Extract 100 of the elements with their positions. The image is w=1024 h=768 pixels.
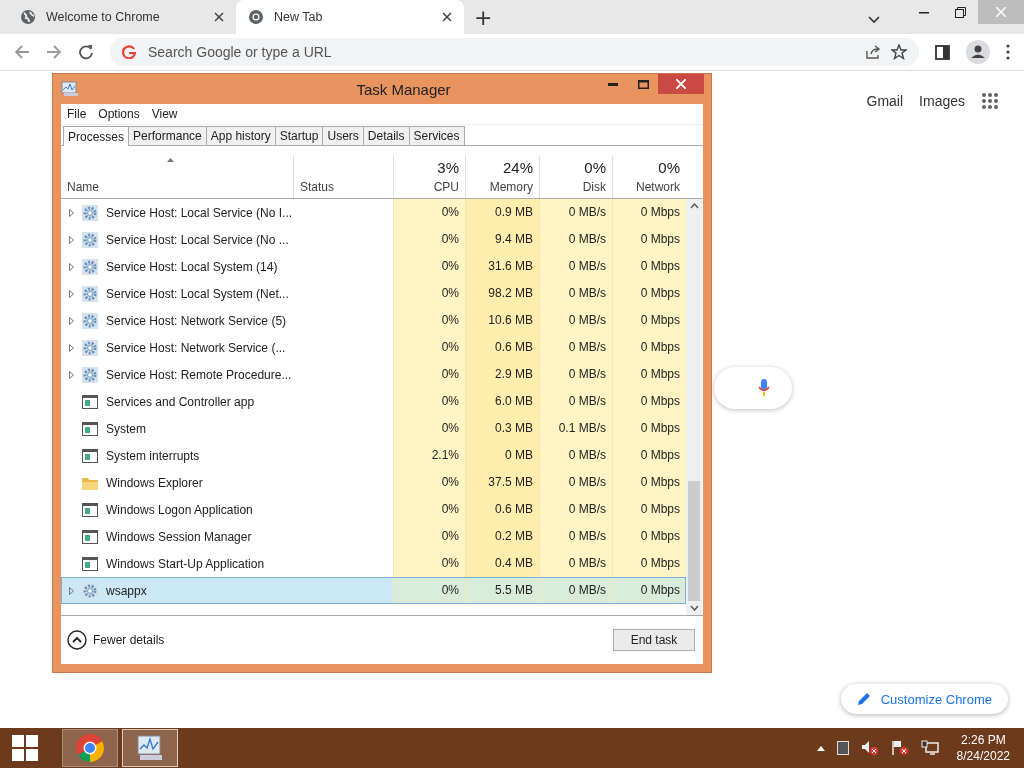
fewer-details-button[interactable]: Fewer details [67, 630, 165, 650]
customize-chrome-button[interactable]: Customize Chrome [840, 684, 1008, 714]
table-cell: 6.0 MB [465, 388, 539, 415]
table-cell: 0 Mbps [612, 307, 686, 334]
column-header[interactable]: Status [300, 180, 335, 194]
table-cell: 0 Mbps [612, 361, 686, 388]
table-cell: 0.6 MB [465, 334, 539, 361]
process-row[interactable]: Windows Session Manager 0% 0.2 MB 0 MB/s 0 Mbps [61, 523, 686, 550]
table-cell: 0 MB/s [539, 523, 612, 550]
expand-arrow-icon[interactable] [69, 289, 74, 298]
process-row[interactable]: wsappx 0% 5.5 MB 0 MB/s 0 Mbps [61, 577, 686, 604]
profile-avatar-icon[interactable] [966, 40, 990, 64]
date-text: 8/24/2022 [956, 748, 1010, 764]
muted-speaker-icon[interactable] [860, 740, 879, 756]
process-row[interactable]: Service Host: Network Service (... 0% 0.6 MB 0 MB/s 0 Mbps [61, 334, 686, 361]
close-button[interactable] [658, 74, 704, 94]
tab[interactable]: Details [362, 126, 410, 145]
network-icon[interactable] [920, 740, 939, 756]
process-row[interactable]: Service Host: Remote Procedure... 0% 2.9 MB 0 MB/s 0 Mbps [61, 361, 686, 388]
close-icon[interactable] [442, 12, 452, 22]
process-row[interactable]: System interrupts 2.1% 0 MB 0 MB/s 0 Mbps [61, 442, 686, 469]
column-header[interactable]: Memory [489, 180, 533, 194]
process-row[interactable]: Windows Explorer 0% 37.5 MB 0 MB/s 0 Mbps [61, 469, 686, 496]
process-row[interactable]: Service Host: Local Service (No ... 0% 9.4 MB 0 MB/s 0 Mbps [61, 226, 686, 253]
table-cell: 0% [393, 415, 465, 442]
close-icon[interactable] [214, 12, 224, 22]
scrollbar[interactable] [686, 199, 702, 615]
expand-arrow-icon[interactable] [69, 343, 74, 352]
table-cell: 0% [393, 334, 465, 361]
table-cell: 0 MB/s [539, 226, 612, 253]
taskbar-app-button[interactable] [122, 729, 178, 767]
expand-arrow-icon[interactable] [69, 586, 74, 595]
table-cell: 0.1 MB/s [539, 415, 612, 442]
table-cell: 0.9 MB [465, 199, 539, 226]
process-row[interactable]: Windows Logon Application 0% 0.6 MB 0 MB/s 0 Mbps [61, 496, 686, 523]
process-row[interactable]: Service Host: Network Service (5) 0% 10.6 MB 0 MB/s 0 Mbps [61, 307, 686, 334]
column-total: 0% [584, 159, 606, 176]
reload-icon[interactable] [78, 44, 94, 60]
process-row[interactable]: Service Host: Local System (Net... 0% 98.2 MB 0 MB/s 0 Mbps [61, 280, 686, 307]
table-cell: 0 Mbps [612, 334, 686, 361]
process-name: Service Host: Local System (14) [106, 259, 278, 274]
header-link[interactable]: Gmail [866, 91, 904, 111]
star-icon[interactable] [891, 44, 907, 60]
scroll-down-icon[interactable] [689, 605, 699, 611]
table-cell: 0 Mbps [612, 253, 686, 280]
expand-arrow-icon[interactable] [69, 370, 74, 379]
browser-tab[interactable]: Welcome to Chrome [8, 0, 236, 34]
expand-arrow-icon[interactable] [69, 208, 74, 217]
clock[interactable]: 2:26 PM 8/24/2022 [956, 732, 1010, 764]
process-name: Windows Logon Application [106, 502, 253, 517]
process-row[interactable]: Services and Controller app 0% 6.0 MB 0 MB/s 0 Mbps [61, 388, 686, 415]
flag-icon[interactable] [890, 740, 909, 756]
end-task-button[interactable]: End task [613, 629, 695, 651]
forward-icon[interactable] [46, 44, 62, 60]
process-row[interactable]: Service Host: Local System (14) 0% 31.6 MB 0 MB/s 0 Mbps [61, 253, 686, 280]
google-g-icon [122, 45, 136, 59]
table-cell: 0% [393, 361, 465, 388]
square-icon[interactable] [836, 741, 849, 755]
menu-icon[interactable] [1006, 44, 1010, 60]
header-link[interactable]: Images [919, 91, 965, 111]
microphone-icon[interactable] [758, 379, 770, 397]
column-header[interactable]: CPU [433, 180, 459, 194]
back-icon[interactable] [14, 44, 30, 60]
column-header[interactable]: Network [636, 180, 680, 194]
tab[interactable]: Startup [274, 126, 324, 145]
apps-grid-icon[interactable] [981, 92, 999, 110]
side-panel-icon[interactable] [935, 44, 950, 60]
scroll-up-icon[interactable] [689, 203, 699, 209]
column-header[interactable]: Disk [582, 180, 606, 194]
menu-item[interactable]: View [151, 107, 178, 121]
address-field[interactable]: Search Google or type a URL [146, 43, 450, 61]
share-icon[interactable] [865, 44, 881, 60]
gear-icon [82, 231, 98, 248]
tab[interactable]: Processes [63, 126, 130, 146]
column-header[interactable]: Name [67, 180, 99, 194]
process-name: Service Host: Local System (Net... [106, 286, 289, 301]
browser-tab[interactable]: New Tab [236, 0, 464, 34]
tab[interactable]: Users [322, 126, 364, 145]
process-row[interactable]: System 0% 0.3 MB 0.1 MB/s 0 Mbps [61, 415, 686, 442]
process-row[interactable]: Windows Start-Up Application 0% 0.4 MB 0 MB/s 0 Mbps [61, 550, 686, 577]
tab[interactable]: Services [408, 126, 465, 145]
column-total: 0% [658, 159, 680, 176]
caret-up-icon[interactable] [816, 745, 825, 751]
scroll-thumb[interactable] [688, 481, 700, 601]
expand-arrow-icon[interactable] [69, 316, 74, 325]
table-cell: 0 MB/s [539, 388, 612, 415]
tab[interactable]: App history [205, 126, 276, 145]
table-cell: 0% [393, 469, 465, 496]
table-cell: 98.2 MB [465, 280, 539, 307]
menu-item[interactable]: Options [98, 107, 140, 121]
menu-item[interactable]: File [67, 107, 87, 121]
table-cell: 0 MB/s [539, 199, 612, 226]
table-cell: 0 Mbps [612, 442, 686, 469]
chevron-down-icon[interactable] [868, 16, 880, 24]
expand-arrow-icon[interactable] [69, 262, 74, 271]
restore-icon [954, 6, 966, 18]
expand-arrow-icon[interactable] [69, 235, 74, 244]
process-row[interactable]: Service Host: Local Service (No I... 0% 0.9 MB 0 MB/s 0 Mbps [61, 199, 686, 226]
new-tab-button[interactable]: + [464, 2, 503, 34]
tab[interactable]: Performance [128, 126, 207, 145]
